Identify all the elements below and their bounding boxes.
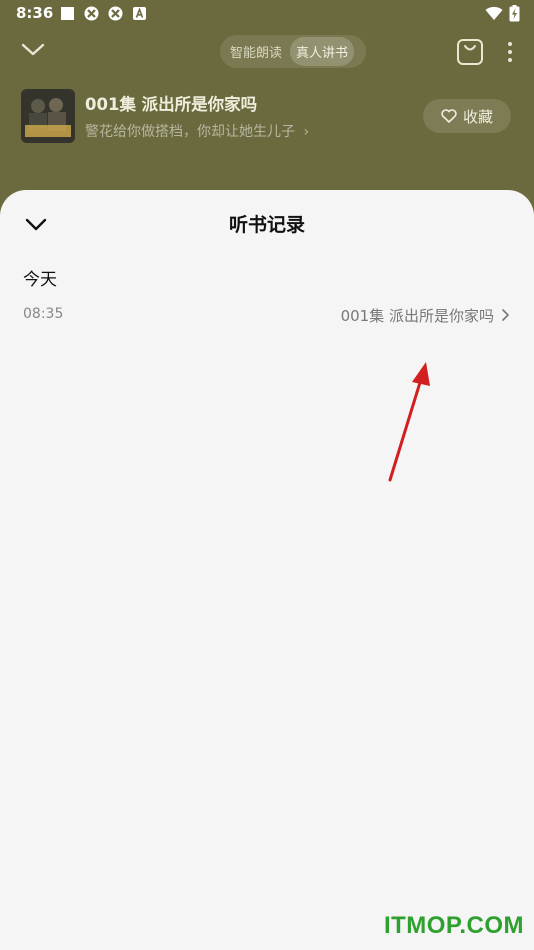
- tab-smart-reading[interactable]: 智能朗读: [224, 37, 288, 66]
- app-notification-icon-2: [108, 6, 123, 21]
- shopping-bag-icon[interactable]: [456, 38, 484, 66]
- tab-human-narration[interactable]: 真人讲书: [290, 37, 355, 66]
- chevron-right-icon: [502, 309, 509, 321]
- notification-icons: [60, 6, 147, 21]
- sheet-title: 听书记录: [228, 214, 305, 236]
- favorite-button[interactable]: 收藏: [423, 99, 511, 133]
- heart-icon: [441, 109, 457, 123]
- book-subtitle-link[interactable]: 警花给你做搭档，你却让她生儿子 ›: [85, 121, 309, 141]
- book-subtitle: 警花给你做搭档，你却让她生儿子: [85, 124, 295, 140]
- history-item-title: 001集 派出所是你家吗: [340, 307, 494, 325]
- status-time: 8:36: [16, 4, 54, 22]
- episode-title[interactable]: 001集 派出所是你家吗: [85, 91, 257, 115]
- chevron-right-icon: ›: [303, 124, 310, 140]
- red-arrow-annotation-icon: [388, 362, 430, 482]
- more-options-icon[interactable]: [504, 40, 516, 64]
- cover-art-icon: [21, 89, 75, 143]
- read-mode-toggle: 智能朗读 真人讲书: [220, 35, 366, 68]
- history-item-time: 08:35: [23, 306, 64, 322]
- favorite-label: 收藏: [462, 107, 493, 126]
- listening-history-sheet: 听书记录 今天 08:35 001集 派出所是你家吗: [0, 190, 534, 950]
- a-notification-icon: [133, 7, 146, 20]
- book-cover[interactable]: [21, 89, 75, 143]
- history-item[interactable]: 08:35 001集 派出所是你家吗: [0, 298, 534, 334]
- square-notification-icon: [61, 7, 74, 20]
- site-watermark: ITMOP.COM: [383, 912, 524, 939]
- status-bar: 8:36: [0, 0, 534, 28]
- section-label-today: 今天: [23, 270, 57, 290]
- collapse-player-icon[interactable]: [20, 40, 46, 60]
- battery-charging-icon: [509, 5, 520, 22]
- app-notification-icon: [84, 6, 99, 21]
- wifi-icon: [485, 6, 503, 20]
- system-status-icons: [485, 5, 520, 22]
